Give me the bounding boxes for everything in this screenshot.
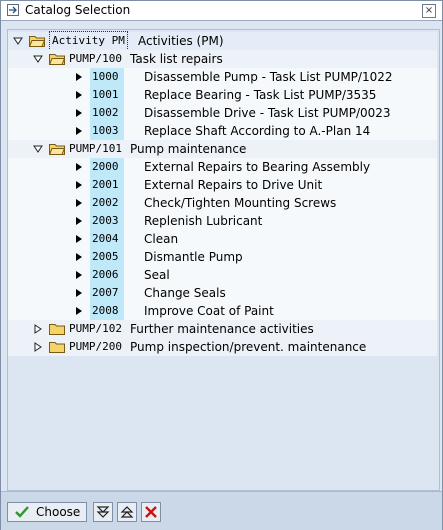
node-desc: Pump maintenance — [130, 142, 247, 156]
tree-node-item[interactable]: 2005 Dismantle Pump — [8, 248, 437, 266]
window-title: Catalog Selection — [25, 3, 131, 17]
title-bar: Catalog Selection × — [1, 1, 442, 21]
item-desc: External Repairs to Bearing Assembly — [144, 160, 371, 174]
node-code: PUMP/101 — [69, 142, 122, 155]
item-number: 2007 — [90, 284, 124, 302]
item-desc: Check/Tighten Mounting Screws — [144, 196, 337, 210]
item-number: 2004 — [90, 230, 124, 248]
catalog-selection-dialog: Catalog Selection × Activity PM Activitie… — [0, 0, 443, 530]
item-number: 1001 — [90, 86, 124, 104]
item-number: 1002 — [90, 104, 124, 122]
bullet-arrow-icon — [76, 181, 82, 189]
item-desc: Replace Shaft According to A.-Plan 14 — [144, 124, 371, 138]
node-desc: Activities (PM) — [138, 34, 224, 48]
tree-node-item[interactable]: 1002 Disassemble Drive - Task List PUMP/0… — [8, 104, 437, 122]
tree-node-item[interactable]: 2006 Seal — [8, 266, 437, 284]
bullet-arrow-icon — [76, 127, 82, 135]
item-number: 1003 — [90, 122, 124, 140]
tree-node-group[interactable]: PUMP/100 Task list repairs — [8, 50, 437, 68]
item-desc: Clean — [144, 232, 179, 246]
tree-node-item[interactable]: 2007 Change Seals — [8, 284, 437, 302]
item-desc: Replace Bearing - Task List PUMP/3535 — [144, 88, 377, 102]
node-code: PUMP/200 — [69, 340, 122, 353]
chevron-right-icon[interactable] — [33, 324, 43, 334]
item-desc: Replenish Lubricant — [144, 214, 263, 228]
bullet-arrow-icon — [76, 307, 82, 315]
tree-node-item[interactable]: 1001 Replace Bearing - Task List PUMP/353… — [8, 86, 437, 104]
item-desc: Change Seals — [144, 286, 226, 300]
bullet-arrow-icon — [76, 217, 82, 225]
tree-node-item[interactable]: 2002 Check/Tighten Mounting Screws — [8, 194, 437, 212]
item-desc: Disassemble Drive - Task List PUMP/0023 — [144, 106, 391, 120]
item-number: 2008 — [90, 302, 124, 320]
expand-all-icon — [96, 506, 110, 518]
choose-label: Choose — [36, 505, 81, 519]
node-desc: Pump inspection/prevent. maintenance — [130, 340, 367, 354]
collapse-all-button[interactable] — [117, 502, 137, 522]
bullet-arrow-icon — [76, 235, 82, 243]
node-code: Activity PM — [49, 31, 128, 51]
close-button[interactable]: × — [422, 4, 436, 18]
bullet-arrow-icon — [76, 253, 82, 261]
item-desc: Dismantle Pump — [144, 250, 243, 264]
folder-open-icon — [49, 144, 65, 155]
item-number: 2000 — [90, 158, 124, 176]
tree-node-item[interactable]: 2004 Clean — [8, 230, 437, 248]
button-bar: Choose — [1, 491, 442, 530]
catalog-tree: Activity PM Activities (PM) PUMP/100 Task l… — [7, 29, 440, 491]
item-desc: Improve Coat of Paint — [144, 304, 274, 318]
tree-node-item[interactable]: 1000 Disassemble Pump - Task List PUMP/10… — [8, 68, 437, 86]
bullet-arrow-icon — [76, 289, 82, 297]
chevron-down-icon[interactable] — [33, 144, 43, 154]
chevron-down-icon[interactable] — [13, 36, 23, 46]
node-code: PUMP/102 — [69, 322, 122, 335]
tree-node-root[interactable]: Activity PM Activities (PM) — [8, 31, 437, 51]
window-icon — [7, 4, 19, 16]
node-desc: Further maintenance activities — [130, 322, 314, 336]
bullet-arrow-icon — [76, 199, 82, 207]
folder-icon — [49, 342, 65, 353]
item-number: 2006 — [90, 266, 124, 284]
tree-node-item[interactable]: 2000 External Repairs to Bearing Assembly — [8, 158, 437, 176]
collapse-all-icon — [120, 506, 134, 518]
tree-node-item[interactable]: 2003 Replenish Lubricant — [8, 212, 437, 230]
tree-node-group[interactable]: PUMP/102 Further maintenance activities — [8, 320, 437, 338]
node-code: PUMP/100 — [69, 52, 122, 65]
item-number: 1000 — [90, 68, 124, 86]
tree-node-item[interactable]: 2008 Improve Coat of Paint — [8, 302, 437, 320]
item-desc: External Repairs to Drive Unit — [144, 178, 323, 192]
item-number: 2002 — [90, 194, 124, 212]
bullet-arrow-icon — [76, 91, 82, 99]
item-number: 2001 — [90, 176, 124, 194]
cancel-icon — [145, 506, 157, 518]
tree-node-group[interactable]: PUMP/101 Pump maintenance — [8, 140, 437, 158]
item-desc: Seal — [144, 268, 170, 282]
chevron-right-icon[interactable] — [33, 342, 43, 352]
bullet-arrow-icon — [76, 163, 82, 171]
item-number: 2005 — [90, 248, 124, 266]
chevron-down-icon[interactable] — [33, 54, 43, 64]
folder-icon — [49, 324, 65, 335]
expand-all-button[interactable] — [93, 502, 113, 522]
bullet-arrow-icon — [76, 109, 82, 117]
choose-button[interactable]: Choose — [7, 502, 87, 522]
cancel-button[interactable] — [141, 502, 161, 522]
tree-node-item[interactable]: 2001 External Repairs to Drive Unit — [8, 176, 437, 194]
item-desc: Disassemble Pump - Task List PUMP/1022 — [144, 70, 393, 84]
folder-open-icon — [29, 36, 45, 47]
folder-open-icon — [49, 54, 65, 65]
tree-node-group[interactable]: PUMP/200 Pump inspection/prevent. mainten… — [8, 338, 437, 356]
node-desc: Task list repairs — [130, 52, 223, 66]
bullet-arrow-icon — [76, 73, 82, 81]
tree-node-item[interactable]: 1003 Replace Shaft According to A.-Plan 1… — [8, 122, 437, 140]
bullet-arrow-icon — [76, 271, 82, 279]
item-number: 2003 — [90, 212, 124, 230]
checkmark-icon — [15, 506, 29, 518]
